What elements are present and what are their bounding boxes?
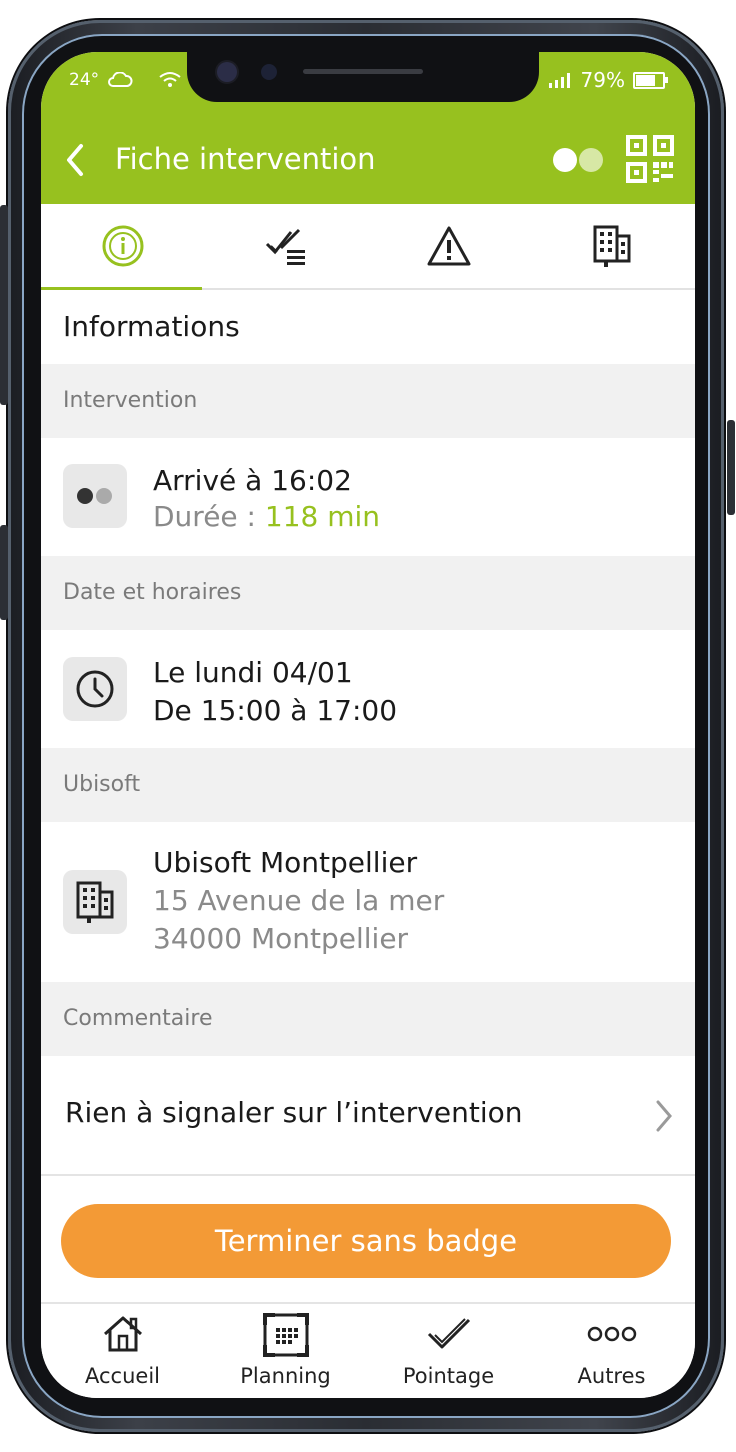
comment-text: Rien à signaler sur l’intervention bbox=[65, 1096, 523, 1129]
arrival-time: Arrivé à 16:02 bbox=[153, 464, 352, 497]
schedule-date: Le lundi 04/01 bbox=[153, 656, 353, 689]
finish-without-badge-button[interactable]: Terminer sans badge bbox=[61, 1204, 671, 1278]
group-label: Date et horaires bbox=[63, 580, 242, 605]
building-icon bbox=[593, 225, 630, 267]
phone-side-button-left bbox=[0, 205, 8, 405]
group-header-intervention: Intervention bbox=[41, 364, 695, 438]
battery-percent: 79% bbox=[580, 68, 625, 92]
building-icon bbox=[63, 870, 127, 934]
nav-label: Accueil bbox=[85, 1364, 160, 1388]
home-icon bbox=[103, 1316, 142, 1352]
toggle-status-icon bbox=[63, 464, 127, 528]
earpiece-speaker bbox=[303, 69, 423, 74]
nav-item-pointage[interactable]: Pointage bbox=[367, 1304, 530, 1398]
nav-label: Pointage bbox=[402, 1364, 495, 1388]
group-header-comment: Commentaire bbox=[41, 982, 695, 1056]
phone-side-button-right bbox=[727, 420, 735, 515]
schedule-hours: De 15:00 à 17:00 bbox=[153, 694, 398, 727]
front-sensor bbox=[261, 64, 277, 80]
group-label: Intervention bbox=[63, 388, 198, 413]
app-screen: 24° 79% Fiche intervention Informations … bbox=[41, 52, 695, 1398]
client-name: Ubisoft Montpellier bbox=[153, 846, 418, 879]
duration-row: Durée : 118 min bbox=[153, 500, 380, 533]
group-header-schedule: Date et horaires bbox=[41, 556, 695, 630]
status-right: 79% bbox=[547, 68, 668, 92]
client-address-line2: 34000 Montpellier bbox=[153, 922, 409, 955]
client-address-line1: 15 Avenue de la mer bbox=[153, 884, 445, 917]
schedule-card: Le lundi 04/01 De 15:00 à 17:00 bbox=[41, 630, 695, 748]
group-label: Commentaire bbox=[63, 1006, 213, 1031]
section-title: Informations bbox=[63, 310, 240, 343]
status-temperature: 24° bbox=[69, 70, 182, 90]
checklist-icon bbox=[265, 228, 305, 265]
nav-item-accueil[interactable]: Accueil bbox=[41, 1304, 204, 1398]
intervention-card: Arrivé à 16:02 Durée : 118 min bbox=[41, 438, 695, 556]
comment-row[interactable]: Rien à signaler sur l’intervention bbox=[41, 1056, 695, 1176]
active-tab-indicator bbox=[41, 287, 202, 290]
wifi-icon bbox=[159, 72, 181, 87]
more-icon bbox=[587, 1326, 636, 1342]
bottom-nav: Accueil Planning Pointage Autres bbox=[41, 1302, 695, 1398]
toggle-icon[interactable] bbox=[553, 148, 605, 172]
chevron-left-icon[interactable] bbox=[61, 140, 93, 180]
camera-notch bbox=[187, 52, 539, 102]
signal-icon bbox=[548, 73, 570, 88]
check-icon bbox=[427, 1318, 470, 1349]
nav-item-autres[interactable]: Autres bbox=[530, 1304, 693, 1398]
tab-warning[interactable] bbox=[367, 204, 530, 288]
duration-label: Durée : bbox=[153, 500, 265, 533]
info-icon bbox=[102, 225, 143, 267]
temperature-text: 24° bbox=[69, 70, 100, 90]
tab-bar bbox=[41, 204, 695, 290]
client-card: Ubisoft Montpellier 15 Avenue de la mer … bbox=[41, 822, 695, 982]
tab-info[interactable] bbox=[41, 204, 204, 288]
clock-icon bbox=[63, 657, 127, 721]
battery-icon bbox=[633, 71, 668, 89]
chevron-right-icon bbox=[656, 1100, 672, 1132]
front-camera bbox=[217, 62, 237, 82]
nav-item-planning[interactable]: Planning bbox=[204, 1304, 367, 1398]
nav-label: Autres bbox=[577, 1364, 646, 1388]
tab-building[interactable] bbox=[530, 204, 693, 288]
warning-icon bbox=[427, 226, 470, 266]
app-header: 24° 79% Fiche intervention bbox=[41, 52, 695, 204]
group-label: Ubisoft bbox=[63, 772, 141, 797]
nav-label: Planning bbox=[240, 1364, 331, 1388]
tab-checklist[interactable] bbox=[204, 204, 367, 288]
group-header-client: Ubisoft bbox=[41, 748, 695, 822]
duration-value: 118 min bbox=[264, 500, 381, 533]
cloud-icon bbox=[107, 71, 133, 87]
calendar-icon bbox=[262, 1313, 309, 1357]
phone-side-button-left-2 bbox=[0, 525, 8, 620]
page-title: Fiche intervention bbox=[115, 142, 376, 176]
qr-code-icon[interactable] bbox=[625, 134, 675, 184]
title-bar: Fiche intervention bbox=[41, 132, 695, 186]
